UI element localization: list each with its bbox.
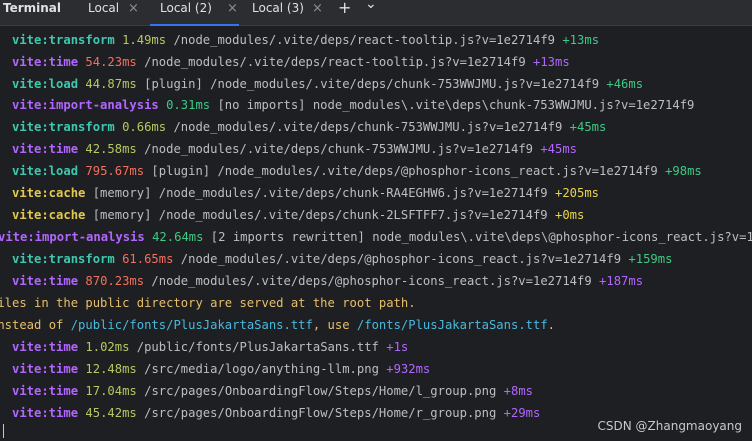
terminal-tab-bar: Terminal Local × Local (2) × Local (3) ×… [0,0,752,26]
tab-label: Local (3) [252,1,304,15]
close-icon[interactable]: × [128,0,139,17]
log-line: vite:load 44.87ms [plugin] /node_modules… [12,77,644,91]
log-line: vite:cache [memory] /node_modules/.vite/… [12,186,600,200]
tab-local[interactable]: Local × [88,0,148,26]
warning-line: Files in the public directory are served… [0,296,416,310]
tool-window-title: Terminal [3,1,62,15]
warning-line: Instead of /public/fonts/PlusJakartaSans… [0,318,556,332]
text-cursor [3,424,4,438]
log-line: vite:time 12.48ms /src/media/logo/anythi… [12,362,431,376]
log-line: vite:transform 0.66ms /node_modules/.vit… [12,120,607,134]
tab-local-3[interactable]: Local (3) × [252,0,332,26]
log-line: vite:transform 1.49ms /node_modules/.vit… [12,33,600,47]
log-line: vite:import-analysis 0.31ms [no imports]… [12,98,695,112]
terminal-output[interactable]: vite:transform 1.49ms /node_modules/.vit… [0,26,752,441]
add-tab-icon[interactable]: + [338,0,351,16]
log-line: vite:time 870.23ms /node_modules/.vite/d… [12,274,644,288]
tab-local-2[interactable]: Local (2) × [150,0,239,26]
chevron-down-icon[interactable]: ⌄ [365,0,377,12]
log-line: vite:import-analysis 42.64ms [2 imports … [0,230,752,244]
tab-label: Local (2) [160,1,212,15]
log-line: vite:load 795.67ms [plugin] /node_module… [12,164,702,178]
terminal-tool-window: Terminal Local × Local (2) × Local (3) ×… [0,0,752,441]
tab-label: Local [88,1,120,15]
log-line: vite:time 54.23ms /node_modules/.vite/de… [12,55,570,69]
close-icon[interactable]: × [227,0,238,17]
log-line: vite:time 17.04ms /src/pages/OnboardingF… [12,384,533,398]
close-icon[interactable]: × [312,0,323,17]
log-line: vite:time 45.42ms /src/pages/OnboardingF… [12,406,541,420]
log-line: vite:transform 61.65ms /node_modules/.vi… [12,252,673,266]
log-line: vite:time 1.02ms /public/fonts/PlusJakar… [12,340,409,354]
watermark: CSDN @Zhangmaoyang [597,419,743,433]
log-line: vite:time 42.58ms /node_modules/.vite/de… [12,142,578,156]
log-line: vite:cache [memory] /node_modules/.vite/… [12,208,585,222]
